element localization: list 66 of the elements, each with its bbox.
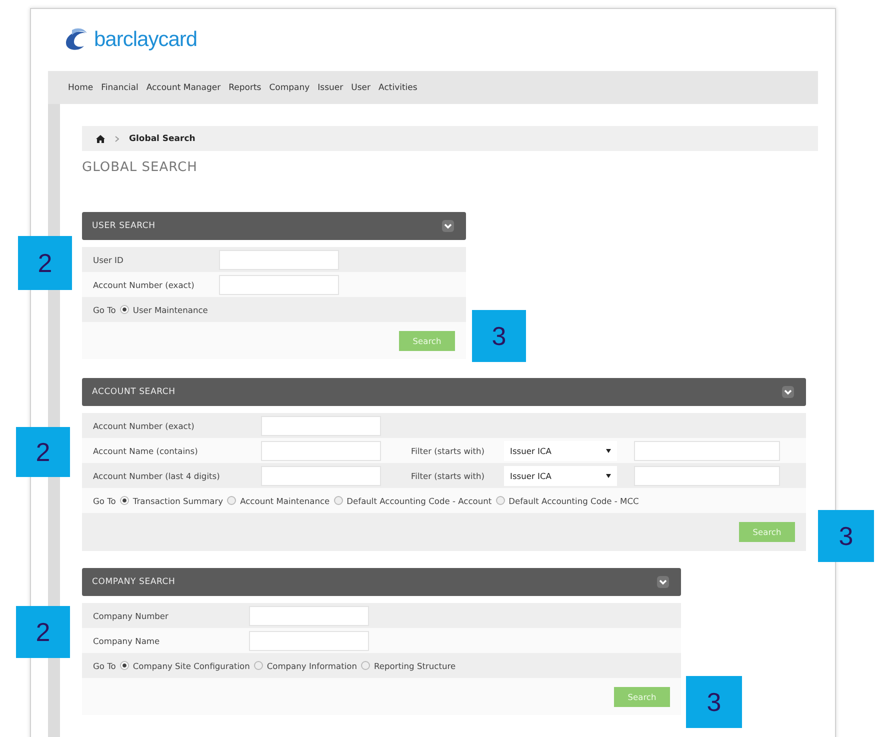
- nav-link[interactable]: Account Manager: [146, 82, 221, 92]
- field-label: Account Name (contains): [93, 446, 199, 456]
- chevron-right-icon: [115, 136, 119, 142]
- panel-title: COMPANY SEARCH: [92, 577, 176, 587]
- logo-text: barclaycard: [94, 28, 198, 52]
- radio-button[interactable]: [360, 661, 370, 670]
- nav-link[interactable]: Activities: [378, 82, 418, 92]
- input-field[interactable]: [219, 250, 339, 270]
- filter-dropdown[interactable]: Issuer ICA: [504, 466, 617, 486]
- nav-link[interactable]: Reports: [228, 82, 262, 92]
- chevron-down-icon[interactable]: [657, 576, 669, 588]
- nav-link[interactable]: User: [351, 82, 371, 92]
- radio-label[interactable]: Reporting Structure: [374, 660, 456, 670]
- callout-badge: 3: [686, 676, 742, 728]
- caret-icon: [606, 474, 611, 478]
- callout-badge: 2: [18, 236, 72, 290]
- goto-label: Go To: [93, 660, 116, 670]
- callout-badge: 2: [16, 427, 70, 477]
- breadcrumb-current: Global Search: [129, 134, 196, 144]
- callout-badge: 3: [472, 310, 526, 362]
- radio-button[interactable]: [334, 496, 343, 505]
- radio-label[interactable]: Transaction Summary: [132, 496, 224, 506]
- radio-button[interactable]: [120, 496, 129, 505]
- filter-input-field[interactable]: [634, 466, 780, 486]
- input-field[interactable]: [261, 466, 381, 486]
- field-label: Company Number: [93, 610, 170, 620]
- goto-label: Go To: [93, 304, 116, 314]
- radio-button[interactable]: [120, 661, 129, 670]
- panel-title: ACCOUNT SEARCH: [92, 387, 176, 397]
- callout-badge: 3: [818, 510, 874, 562]
- caret-icon: [606, 448, 611, 452]
- nav-link[interactable]: Issuer: [318, 82, 344, 92]
- input-field[interactable]: [249, 606, 369, 626]
- radio-label[interactable]: User Maintenance: [132, 304, 208, 314]
- field-label: Company Name: [93, 636, 161, 646]
- callout-badge: 2: [16, 606, 70, 658]
- radio-label[interactable]: Default Accounting Code - MCC: [508, 496, 639, 506]
- field-label: User ID: [93, 254, 124, 264]
- nav-link[interactable]: Financial: [101, 82, 138, 92]
- nav-link[interactable]: Company: [269, 82, 310, 92]
- radio-button[interactable]: [120, 305, 129, 314]
- field-label: Account Number (exact): [93, 280, 196, 290]
- input-field[interactable]: [249, 630, 369, 650]
- field-label: Account Number (last 4 digits): [93, 470, 221, 480]
- filter-label: Filter (starts with): [411, 446, 486, 456]
- goto-label: Go To: [93, 496, 116, 506]
- nav-link[interactable]: Home: [68, 82, 94, 92]
- page-heading: GLOBAL SEARCH: [82, 160, 198, 175]
- radio-button[interactable]: [496, 496, 505, 505]
- input-field[interactable]: [219, 274, 339, 294]
- home-icon[interactable]: [96, 134, 105, 142]
- filter-label: Filter (starts with): [411, 470, 486, 480]
- field-label: Account Number (exact): [93, 420, 196, 430]
- input-field[interactable]: [261, 416, 381, 436]
- radio-button[interactable]: [227, 496, 236, 505]
- chevron-down-icon[interactable]: [442, 220, 454, 232]
- radio-button[interactable]: [254, 661, 263, 670]
- input-field[interactable]: [261, 440, 381, 460]
- radio-label[interactable]: Default Accounting Code - Account: [346, 496, 492, 506]
- radio-label[interactable]: Account Maintenance: [240, 496, 330, 506]
- panel-title: USER SEARCH: [92, 221, 156, 231]
- radio-label[interactable]: Company Site Configuration: [132, 660, 250, 670]
- chevron-down-icon[interactable]: [782, 386, 794, 398]
- radio-label[interactable]: Company Information: [266, 660, 357, 670]
- filter-input-field[interactable]: [634, 440, 780, 460]
- filter-dropdown[interactable]: Issuer ICA: [504, 440, 617, 460]
